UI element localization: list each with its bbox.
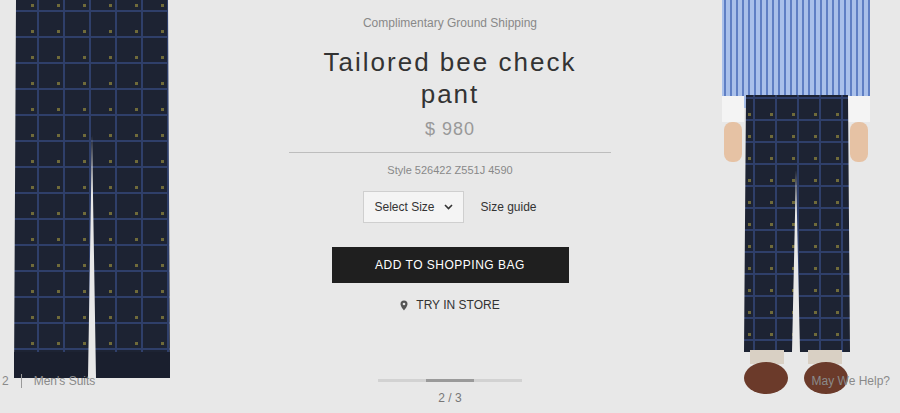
breadcrumb: 2 Men's Suits [2,374,95,388]
carousel-segment[interactable] [426,379,474,382]
size-select[interactable]: Select Size [363,191,464,223]
size-row: Select Size Size guide [363,191,536,223]
product-details: Complimentary Ground Shipping Tailored be… [200,0,700,413]
chevron-down-icon [444,204,453,210]
carousel-indicator: 2 / 3 [378,379,523,405]
breadcrumb-separator [21,374,22,388]
location-pin-icon [400,300,408,311]
breadcrumb-item[interactable]: Men's Suits [34,374,96,388]
size-guide-link[interactable]: Size guide [480,200,536,214]
carousel-segment[interactable] [378,379,426,382]
product-model-image: May We Help? [700,0,900,413]
shipping-note: Complimentary Ground Shipping [363,16,537,30]
carousel-segment[interactable] [474,379,522,382]
product-flat-image: 2 Men's Suits [0,0,200,413]
slide-counter: 2 / 3 [438,391,461,405]
model-photo-icon [700,0,900,413]
divider [289,152,611,153]
product-title: Tailored bee check pant [305,46,595,110]
pants-flat-icon [0,0,200,413]
add-to-bag-button[interactable]: ADD TO SHOPPING BAG [332,247,569,283]
product-page: 2 Men's Suits Complimentary Ground Shippin… [0,0,900,413]
try-in-store-link[interactable]: TRY IN STORE [400,297,499,313]
help-link[interactable]: May We Help? [812,374,890,388]
product-price: $ 980 [425,118,475,140]
breadcrumb-item[interactable]: 2 [2,374,9,388]
style-number: Style 526422 Z551J 4590 [387,163,512,177]
